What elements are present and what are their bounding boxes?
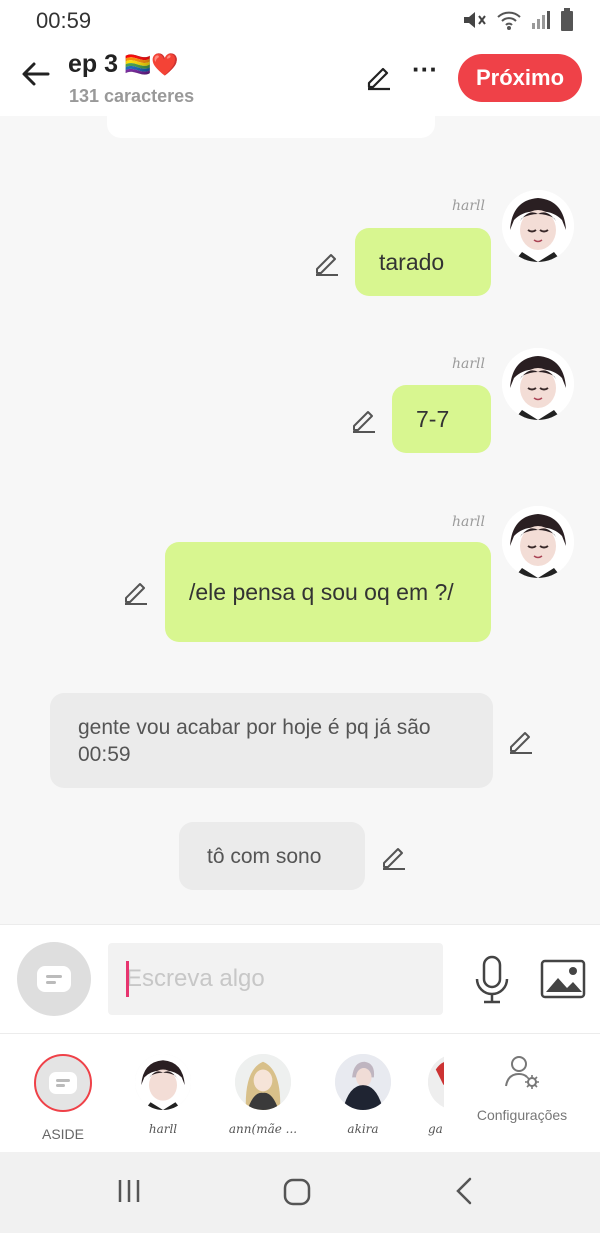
edit-message-icon[interactable] (121, 577, 151, 607)
character-avatar (235, 1054, 291, 1110)
aside-chat-icon (49, 1072, 77, 1094)
image-icon[interactable] (540, 959, 586, 999)
character-label: ann(mãe ... (228, 1122, 298, 1136)
aside-bubble[interactable]: tô com sono (179, 822, 365, 890)
character-count: 131 caracteres (69, 86, 195, 106)
recent-apps-icon[interactable] (116, 1178, 142, 1204)
text-cursor (126, 961, 129, 997)
character-item-ann[interactable]: ann(mãe ... (228, 1054, 298, 1136)
story-title: ep 3 🏳️‍🌈❤️ (68, 50, 179, 79)
message-character-name: harll (452, 356, 486, 372)
edit-message-icon[interactable] (312, 248, 342, 278)
character-label: ASIDE (41, 1126, 84, 1142)
edit-message-icon[interactable] (349, 405, 379, 435)
next-button[interactable]: Próximo (458, 54, 582, 102)
signal-icon (532, 11, 550, 29)
character-item-akira[interactable]: akira (328, 1054, 398, 1136)
character-avatar[interactable] (502, 348, 574, 420)
aside-bubble[interactable]: gente vou acabar por hoje é pq já são 00… (50, 693, 493, 788)
settings-button[interactable]: Configurações (472, 1052, 572, 1123)
character-selector: ASIDE harll ann(mãe ... akira ga Configu… (0, 1034, 600, 1152)
message-input[interactable] (108, 943, 443, 1015)
settings-label: Configurações (476, 1107, 568, 1123)
back-icon[interactable] (452, 1176, 476, 1206)
character-item-harll[interactable]: harll (128, 1054, 198, 1136)
message-bubble[interactable]: tarado (355, 228, 491, 296)
character-avatar (135, 1054, 191, 1110)
story-title-text: ep 3 (68, 50, 119, 78)
chat-area[interactable]: harll tarado harll 7-7 harll /ele pensa … (0, 116, 600, 924)
previous-message-bubble (107, 116, 435, 138)
status-icons (462, 8, 574, 32)
edit-message-icon[interactable] (506, 726, 536, 756)
story-title-emoji: 🏳️‍🌈❤️ (124, 51, 179, 77)
chat-story-editor: 00:59 ep 3 🏳️‍🌈❤️ 131 caracteres ··· Pró… (0, 0, 600, 1233)
back-arrow-icon[interactable] (18, 56, 54, 92)
aside-avatar (34, 1054, 92, 1112)
system-navigation-bar (0, 1152, 600, 1233)
character-label: akira (347, 1122, 379, 1136)
home-icon[interactable] (283, 1178, 311, 1206)
message-bubble[interactable]: /ele pensa q sou oq em ?/ (165, 542, 491, 642)
character-item-aside[interactable]: ASIDE (28, 1054, 98, 1142)
edit-message-icon[interactable] (379, 842, 409, 872)
top-header: ep 3 🏳️‍🌈❤️ 131 caracteres ··· Próximo (0, 42, 600, 116)
wifi-icon (497, 11, 521, 30)
composer-bar (0, 924, 600, 1034)
character-label: ga (428, 1122, 443, 1136)
battery-icon (561, 8, 573, 31)
aside-chat-icon (37, 966, 71, 992)
status-bar: 00:59 (0, 0, 600, 42)
aside-toggle-button[interactable] (17, 942, 91, 1016)
message-character-name: harll (452, 198, 486, 214)
status-time: 00:59 (36, 8, 92, 33)
character-avatar (428, 1054, 444, 1110)
mute-icon (464, 12, 486, 28)
character-avatar[interactable] (502, 190, 574, 262)
edit-title-icon[interactable] (364, 62, 394, 92)
character-label: harll (148, 1122, 178, 1136)
more-options-icon[interactable]: ··· (410, 56, 440, 92)
character-avatar[interactable] (502, 506, 574, 578)
message-bubble[interactable]: 7-7 (392, 385, 491, 453)
character-item-partial[interactable]: ga (428, 1054, 444, 1136)
microphone-icon[interactable] (472, 955, 512, 1005)
person-settings-icon (505, 1056, 539, 1089)
character-avatar (335, 1054, 391, 1110)
message-character-name: harll (452, 514, 486, 530)
